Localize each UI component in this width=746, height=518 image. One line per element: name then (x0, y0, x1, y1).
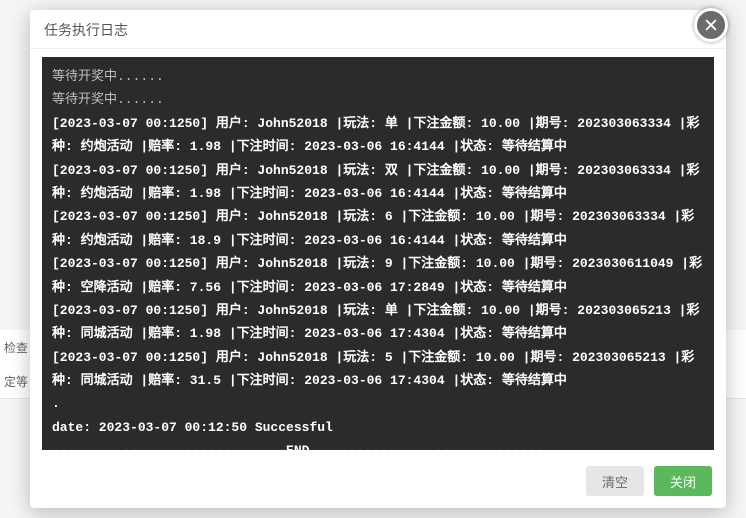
log-output: 等待开奖中...... 等待开奖中...... [2023-03-07 00:1… (42, 57, 714, 450)
modal-footer: 清空 关闭 (30, 458, 726, 508)
close-button[interactable]: 关闭 (654, 466, 712, 496)
modal-title: 任务执行日志 (30, 10, 726, 49)
task-log-modal: 任务执行日志 等待开奖中...... 等待开奖中...... [2023-03-… (30, 10, 726, 508)
close-icon[interactable] (694, 8, 728, 42)
clear-button[interactable]: 清空 (586, 466, 644, 496)
